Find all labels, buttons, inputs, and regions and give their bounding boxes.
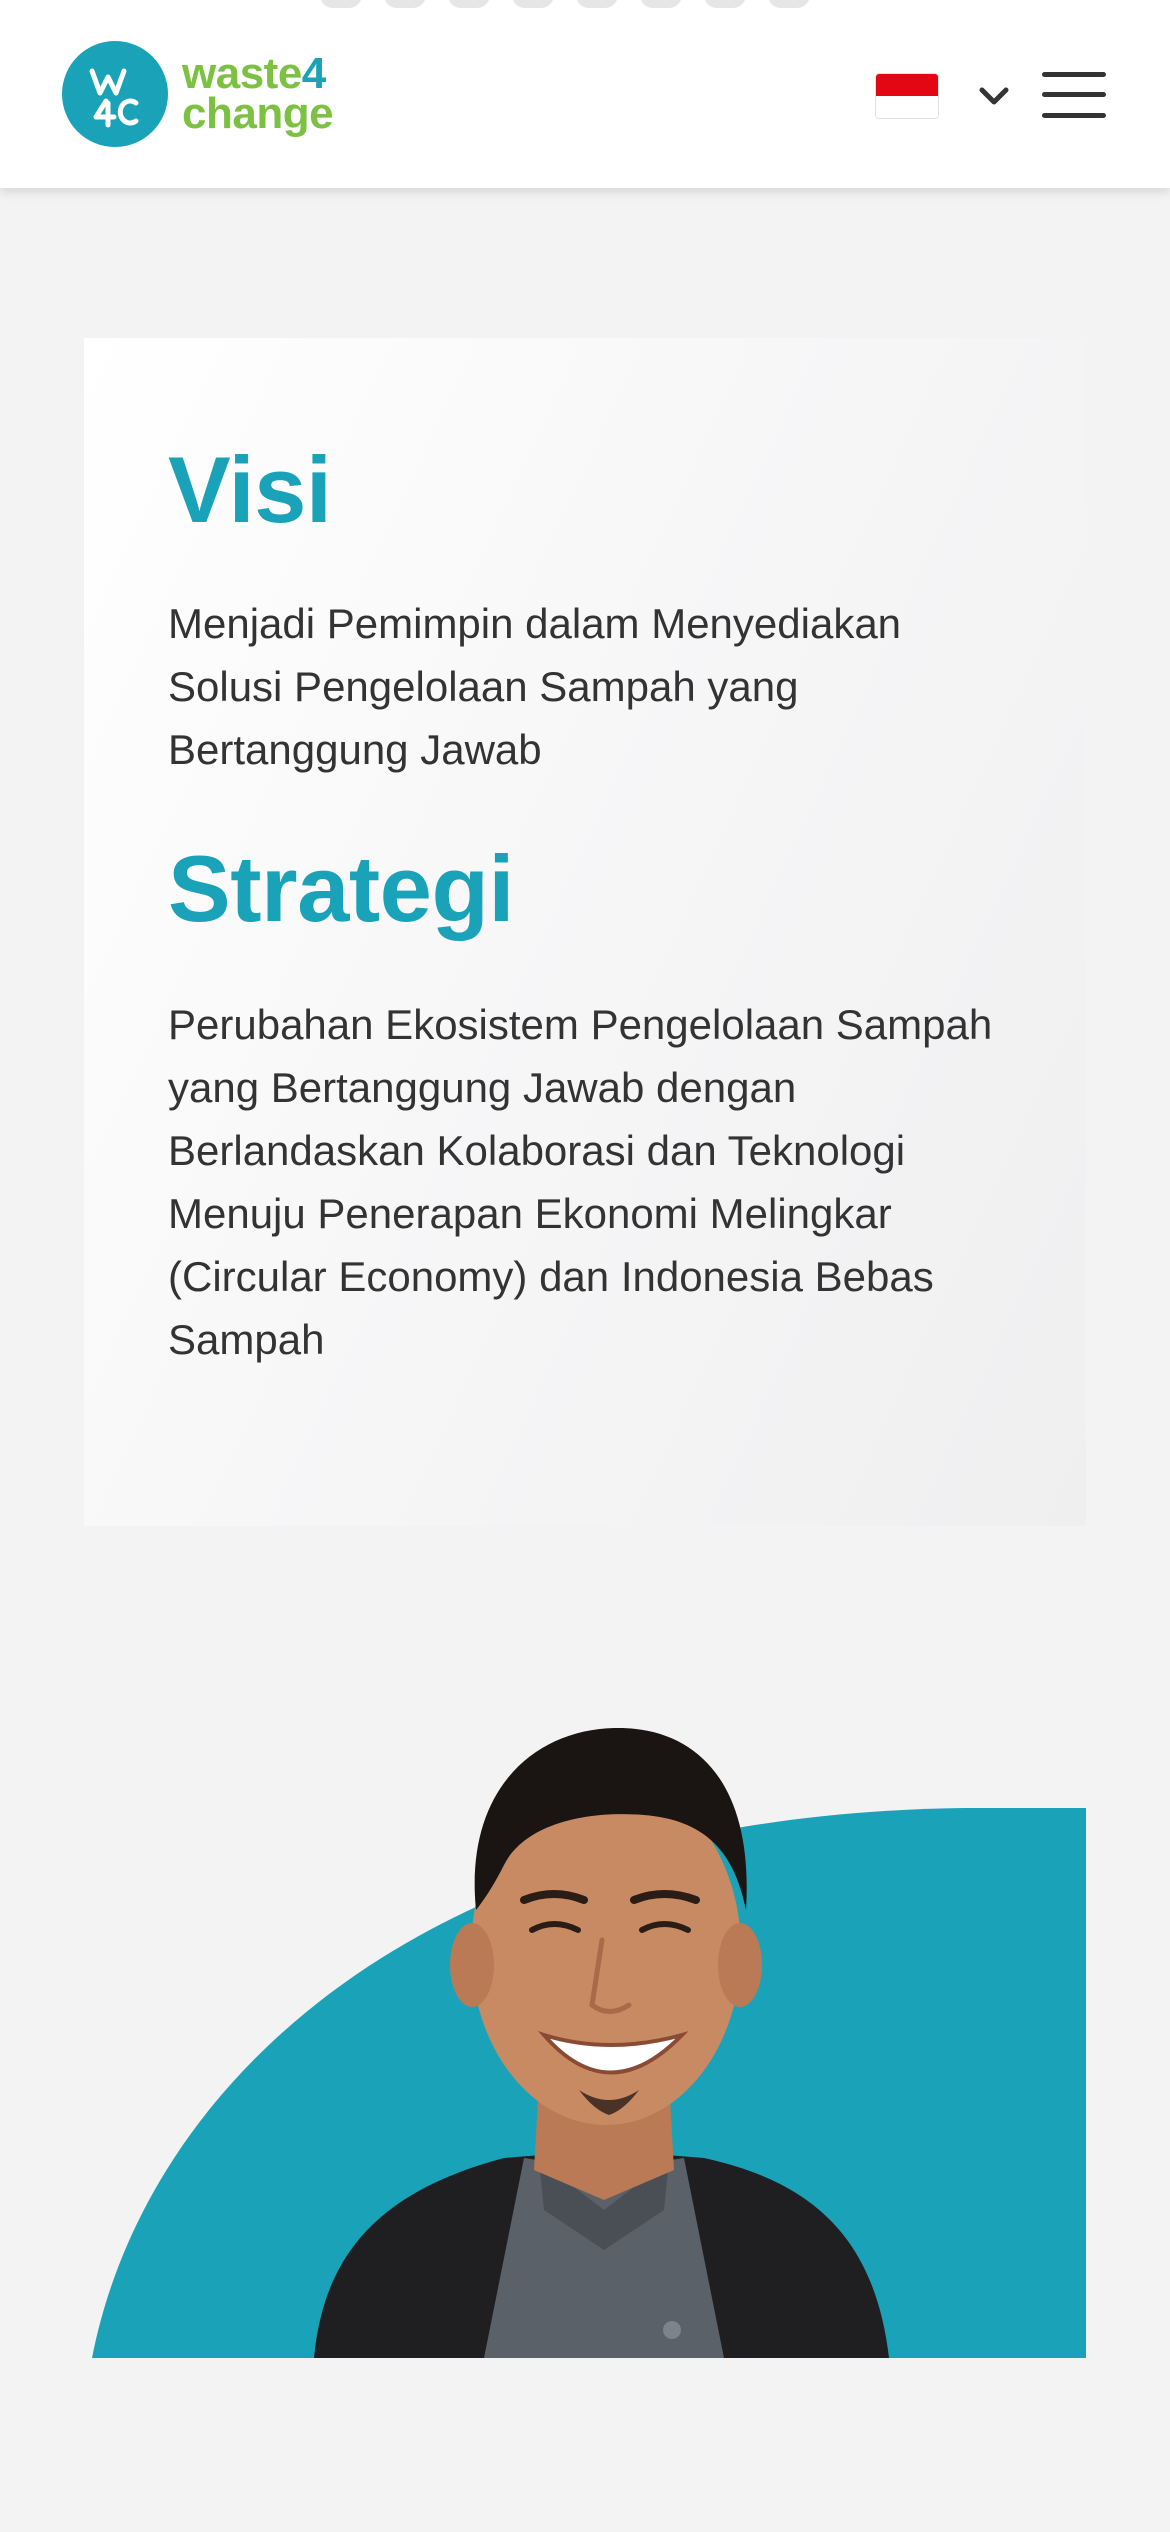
visi-heading: Visi: [168, 437, 332, 542]
logo-monogram-icon: [62, 41, 168, 147]
founder-portrait: [84, 1610, 1086, 2360]
strategi-heading: Strategi: [168, 836, 514, 941]
carousel-dots: [320, 0, 850, 8]
language-selector[interactable]: [876, 74, 1010, 118]
strategi-text: Perubahan Ekosistem Pengelolaan Sampah y…: [168, 1001, 993, 1363]
visi-text: Menjadi Pemimpin dalam Menyediakan Solus…: [168, 600, 902, 773]
site-header: waste4 change: [0, 0, 1170, 188]
waste4change-logo[interactable]: waste4 change: [62, 40, 334, 148]
vision-strategy-card: Visi Menjadi Pemimpin dalam Menyediakan …: [84, 338, 1086, 1526]
indonesia-flag-icon: [876, 74, 938, 118]
chevron-down-icon: [979, 87, 1009, 105]
hamburger-menu-icon[interactable]: [1042, 70, 1106, 120]
logo-wordmark: waste4 change: [182, 49, 334, 138]
